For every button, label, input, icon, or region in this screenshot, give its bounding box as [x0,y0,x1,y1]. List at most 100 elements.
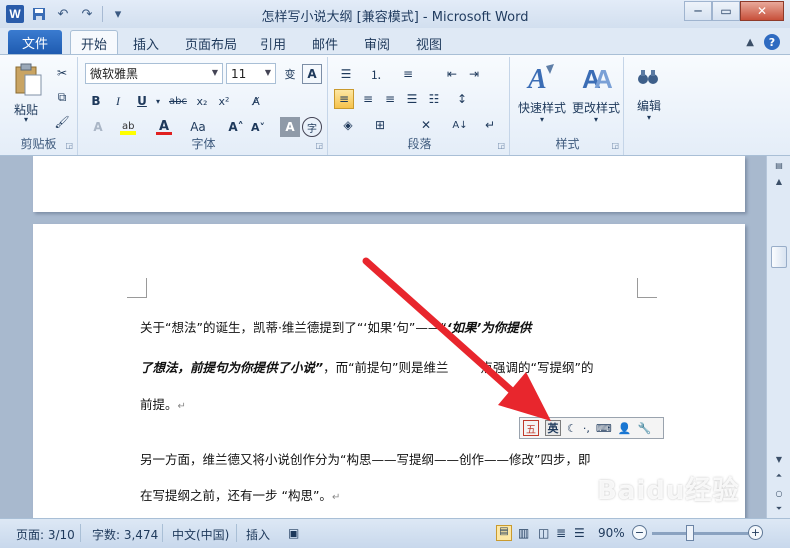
font-family-select[interactable]: 微软雅黑 ▼ [85,63,223,84]
paragraph-2-line-1: 另一方面，维兰德又将小说创作分为“构思——写提纲——创作——修改”四步，即 [140,450,640,470]
paste-icon[interactable] [8,61,48,99]
group-styles: A 快速样式 ▾ AA 更改样式 ▾ 样式 ◲ [512,57,624,155]
language-indicator[interactable]: 中文(中国) [172,526,229,543]
tab-references[interactable]: 引用 [260,32,286,54]
word-count[interactable]: 字数: 3,474 [92,526,158,543]
outline-view-icon[interactable]: ≣ [556,526,566,540]
ime-logo-icon[interactable]: 五 [523,420,539,436]
zoom-out-icon[interactable]: − [632,525,647,540]
document-area[interactable]: 关于“想法”的诞生，凯蒂·维兰德提到了“‘如果’句”——“‘如果’为你提供 了想… [0,156,766,518]
grow-font-icon[interactable]: A˄ [226,117,246,137]
paragraph-launcher-icon[interactable]: ◲ [497,141,505,150]
cut-icon[interactable]: ✂ [52,63,72,83]
zoom-slider-thumb[interactable] [686,525,694,541]
tab-page-layout[interactable]: 页面布局 [185,32,237,54]
quick-styles-button[interactable]: 快速样式 [514,99,570,116]
paste-dropdown-icon[interactable]: ▾ [6,115,46,124]
select-browse-object-icon[interactable]: ○ [771,486,787,500]
paragraph-1-line-1: 关于“想法”的诞生，凯蒂·维兰德提到了“‘如果’句”——“‘如果’为你提供 [140,318,640,338]
highlight-color-icon[interactable]: ab [118,117,138,137]
vertical-scrollbar[interactable]: ▤ ▲ ▼ ⏶ ○ ⏷ [766,156,790,518]
minimize-ribbon-icon[interactable]: ▲ [746,37,754,48]
tab-review[interactable]: 审阅 [364,32,390,54]
font-color-icon[interactable]: A [154,117,174,137]
tab-insert[interactable]: 插入 [133,32,159,54]
line-spacing-icon[interactable]: ↕ [452,89,472,109]
show-marks-icon[interactable]: ↵ [480,115,500,135]
scroll-up-icon[interactable]: ▲ [771,174,787,188]
punctuation-icon[interactable]: ·, [583,420,590,436]
chinese-layout-icon[interactable]: ✕ [416,115,436,135]
print-layout-icon[interactable]: ▤ [496,525,512,541]
shrink-font-icon[interactable]: A˅ [248,117,268,137]
text-run: ，而“前提句”则是维兰 [323,360,449,375]
tab-view[interactable]: 视图 [416,32,442,54]
change-styles-icon[interactable]: AA [580,61,614,95]
shading-icon[interactable]: ◈ [338,115,358,135]
next-page-icon[interactable]: ⏷ [771,502,787,516]
previous-page-icon[interactable]: ⏶ [771,469,787,483]
tab-home[interactable]: 开始 [70,30,119,55]
maximize-button[interactable]: ▭ [712,1,740,21]
macro-record-icon[interactable]: ▣ [288,526,299,540]
increase-indent-icon[interactable]: ⇥ [464,64,484,84]
insert-mode[interactable]: 插入 [246,526,270,543]
ime-mode-toggle[interactable]: 英 [545,420,561,436]
underline-dropdown-icon[interactable]: ▾ [148,91,168,111]
bold-icon[interactable]: B [86,91,106,111]
tab-file[interactable]: 文件 [8,30,62,54]
numbering-icon[interactable]: ⒈ [366,64,386,84]
page-indicator[interactable]: 页面: 3/10 [16,526,75,543]
italic-icon[interactable]: I [108,91,128,111]
copy-icon[interactable]: ⧉ [52,87,72,107]
sort-icon[interactable]: A↓ [450,115,470,135]
binoculars-icon[interactable] [634,63,662,91]
clear-formatting-icon[interactable]: A̸ [246,91,266,111]
styles-launcher-icon[interactable]: ◲ [611,141,619,150]
editing-button[interactable]: 编辑 [628,97,670,114]
scroll-down-icon[interactable]: ▼ [771,452,787,466]
character-shading-icon[interactable]: A [280,117,300,137]
borders-icon[interactable]: ⊞ [370,115,390,135]
font-launcher-icon[interactable]: ◲ [315,141,323,150]
full-screen-reading-icon[interactable]: ▥ [518,526,529,540]
moon-icon[interactable]: ☾ [567,420,577,436]
group-label-paragraph: 段落 [407,137,432,151]
draft-view-icon[interactable]: ☰ [574,526,585,540]
zoom-level[interactable]: 90% [598,526,625,540]
web-layout-icon[interactable]: ◫ [538,526,549,540]
wrench-icon[interactable]: 🔧 [637,420,651,436]
font-size-select[interactable]: 11 ▼ [226,63,276,84]
paragraph-1-line-2: 了想法，前提句为你提供了小说”，而“前提句”则是维兰 点强调的“写提纲”的 [140,358,640,378]
scroll-thumb[interactable] [771,246,787,268]
format-painter-icon[interactable]: 🖌 [52,112,72,132]
clipboard-launcher-icon[interactable]: ◲ [65,141,73,150]
quick-styles-icon[interactable]: A [524,61,558,95]
user-icon[interactable]: 👤 [618,420,632,436]
subscript-icon[interactable]: x₂ [192,91,212,111]
justify-icon[interactable]: ☰ [402,89,422,109]
multilevel-list-icon[interactable]: ≡ [398,64,418,84]
text-effects-icon[interactable]: A [88,117,108,137]
align-center-icon[interactable]: ≡ [358,89,378,109]
phonetic-guide-icon[interactable]: 变 [280,64,300,84]
minimize-button[interactable]: ─ [684,1,712,21]
keyboard-icon[interactable]: ⌨ [596,420,612,436]
change-styles-button[interactable]: 更改样式 [568,99,624,116]
tab-mailings[interactable]: 邮件 [312,32,338,54]
zoom-slider[interactable] [652,532,748,535]
align-right-icon[interactable]: ≡ [380,89,400,109]
zoom-in-icon[interactable]: + [748,525,763,540]
help-icon[interactable]: ? [764,34,780,50]
align-left-icon[interactable]: ≡ [334,89,354,109]
bullets-icon[interactable]: ☰ [336,64,356,84]
superscript-icon[interactable]: x² [214,91,234,111]
close-button[interactable]: ✕ [740,1,784,21]
character-border-icon[interactable]: A [302,64,322,84]
change-case-icon[interactable]: Aa [188,117,208,137]
strikethrough-icon[interactable]: abc [168,91,188,111]
distributed-icon[interactable]: ☷ [424,89,444,109]
ruler-toggle-icon[interactable]: ▤ [771,158,787,172]
decrease-indent-icon[interactable]: ⇤ [442,64,462,84]
enclose-characters-icon[interactable]: 字 [302,117,322,137]
